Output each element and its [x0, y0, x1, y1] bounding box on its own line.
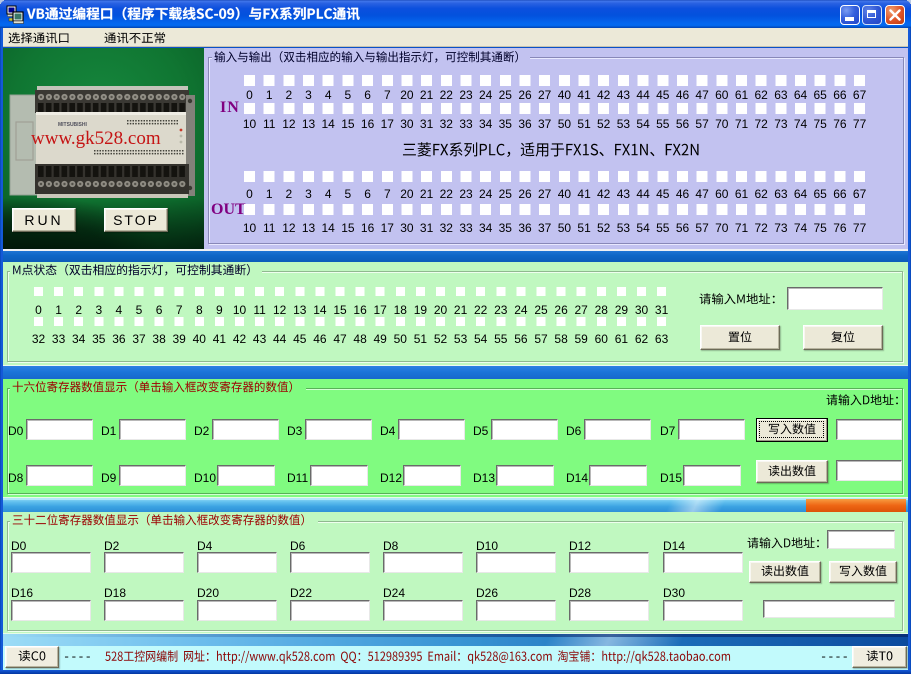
svg-text:www.gk528.com: www.gk528.com: [31, 128, 161, 149]
